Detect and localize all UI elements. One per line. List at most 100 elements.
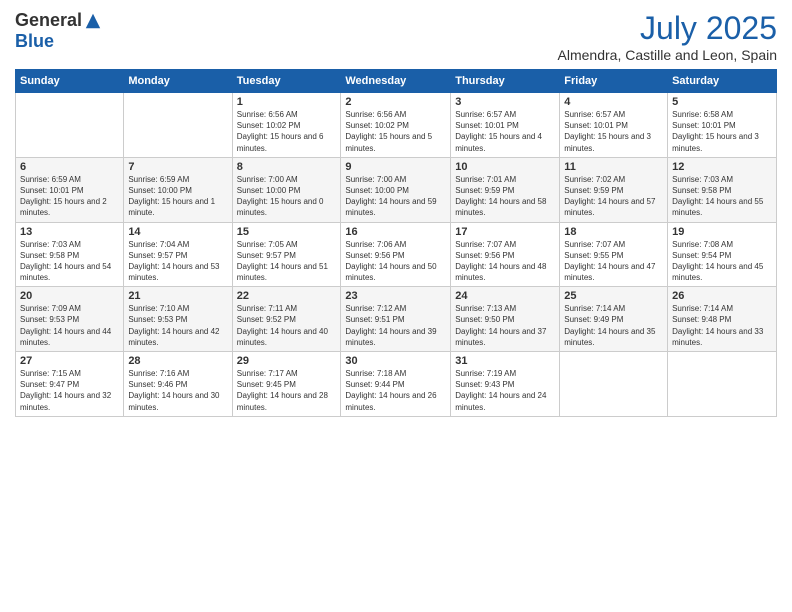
table-row: 26Sunrise: 7:14 AM Sunset: 9:48 PM Dayli… [668, 287, 777, 352]
day-number: 29 [237, 355, 337, 367]
day-info: Sunrise: 7:12 AM Sunset: 9:51 PM Dayligh… [345, 303, 446, 348]
table-row [16, 93, 124, 158]
day-info: Sunrise: 7:19 AM Sunset: 9:43 PM Dayligh… [455, 368, 555, 413]
table-row: 24Sunrise: 7:13 AM Sunset: 9:50 PM Dayli… [451, 287, 560, 352]
table-row: 21Sunrise: 7:10 AM Sunset: 9:53 PM Dayli… [124, 287, 232, 352]
day-number: 26 [672, 290, 772, 302]
day-info: Sunrise: 7:00 AM Sunset: 10:00 PM Daylig… [237, 174, 337, 219]
day-info: Sunrise: 7:03 AM Sunset: 9:58 PM Dayligh… [672, 174, 772, 219]
table-row: 4Sunrise: 6:57 AM Sunset: 10:01 PM Dayli… [560, 93, 668, 158]
table-row: 28Sunrise: 7:16 AM Sunset: 9:46 PM Dayli… [124, 352, 232, 417]
day-number: 9 [345, 161, 446, 173]
day-info: Sunrise: 7:04 AM Sunset: 9:57 PM Dayligh… [128, 239, 227, 284]
day-number: 23 [345, 290, 446, 302]
table-row: 7Sunrise: 6:59 AM Sunset: 10:00 PM Dayli… [124, 157, 232, 222]
day-number: 7 [128, 161, 227, 173]
day-info: Sunrise: 7:07 AM Sunset: 9:55 PM Dayligh… [564, 239, 663, 284]
calendar-header-row: Sunday Monday Tuesday Wednesday Thursday… [16, 70, 777, 93]
day-number: 20 [20, 290, 119, 302]
day-info: Sunrise: 7:05 AM Sunset: 9:57 PM Dayligh… [237, 239, 337, 284]
header-wednesday: Wednesday [341, 70, 451, 93]
calendar-table: Sunday Monday Tuesday Wednesday Thursday… [15, 69, 777, 417]
day-info: Sunrise: 7:16 AM Sunset: 9:46 PM Dayligh… [128, 368, 227, 413]
day-number: 11 [564, 161, 663, 173]
day-number: 28 [128, 355, 227, 367]
table-row: 5Sunrise: 6:58 AM Sunset: 10:01 PM Dayli… [668, 93, 777, 158]
day-number: 3 [455, 96, 555, 108]
day-info: Sunrise: 7:03 AM Sunset: 9:58 PM Dayligh… [20, 239, 119, 284]
day-number: 17 [455, 226, 555, 238]
day-number: 6 [20, 161, 119, 173]
day-info: Sunrise: 7:08 AM Sunset: 9:54 PM Dayligh… [672, 239, 772, 284]
day-number: 24 [455, 290, 555, 302]
header-saturday: Saturday [668, 70, 777, 93]
day-number: 27 [20, 355, 119, 367]
day-info: Sunrise: 7:07 AM Sunset: 9:56 PM Dayligh… [455, 239, 555, 284]
header-tuesday: Tuesday [232, 70, 341, 93]
table-row: 8Sunrise: 7:00 AM Sunset: 10:00 PM Dayli… [232, 157, 341, 222]
day-info: Sunrise: 6:57 AM Sunset: 10:01 PM Daylig… [564, 109, 663, 154]
table-row: 15Sunrise: 7:05 AM Sunset: 9:57 PM Dayli… [232, 222, 341, 287]
header-monday: Monday [124, 70, 232, 93]
table-row: 20Sunrise: 7:09 AM Sunset: 9:53 PM Dayli… [16, 287, 124, 352]
day-info: Sunrise: 7:06 AM Sunset: 9:56 PM Dayligh… [345, 239, 446, 284]
day-number: 12 [672, 161, 772, 173]
day-info: Sunrise: 7:11 AM Sunset: 9:52 PM Dayligh… [237, 303, 337, 348]
table-row: 25Sunrise: 7:14 AM Sunset: 9:49 PM Dayli… [560, 287, 668, 352]
logo-blue-text: Blue [15, 31, 54, 52]
day-number: 18 [564, 226, 663, 238]
day-info: Sunrise: 6:57 AM Sunset: 10:01 PM Daylig… [455, 109, 555, 154]
header-thursday: Thursday [451, 70, 560, 93]
table-row [124, 93, 232, 158]
day-info: Sunrise: 7:10 AM Sunset: 9:53 PM Dayligh… [128, 303, 227, 348]
day-info: Sunrise: 6:56 AM Sunset: 10:02 PM Daylig… [345, 109, 446, 154]
month-title: July 2025 [558, 10, 777, 47]
table-row: 13Sunrise: 7:03 AM Sunset: 9:58 PM Dayli… [16, 222, 124, 287]
day-info: Sunrise: 6:56 AM Sunset: 10:02 PM Daylig… [237, 109, 337, 154]
day-info: Sunrise: 7:17 AM Sunset: 9:45 PM Dayligh… [237, 368, 337, 413]
table-row: 10Sunrise: 7:01 AM Sunset: 9:59 PM Dayli… [451, 157, 560, 222]
table-row: 1Sunrise: 6:56 AM Sunset: 10:02 PM Dayli… [232, 93, 341, 158]
day-number: 14 [128, 226, 227, 238]
table-row [668, 352, 777, 417]
day-info: Sunrise: 6:59 AM Sunset: 10:00 PM Daylig… [128, 174, 227, 219]
table-row: 14Sunrise: 7:04 AM Sunset: 9:57 PM Dayli… [124, 222, 232, 287]
day-number: 30 [345, 355, 446, 367]
day-info: Sunrise: 7:00 AM Sunset: 10:00 PM Daylig… [345, 174, 446, 219]
location-title: Almendra, Castille and Leon, Spain [558, 47, 777, 63]
day-info: Sunrise: 7:13 AM Sunset: 9:50 PM Dayligh… [455, 303, 555, 348]
table-row: 11Sunrise: 7:02 AM Sunset: 9:59 PM Dayli… [560, 157, 668, 222]
day-number: 5 [672, 96, 772, 108]
table-row: 22Sunrise: 7:11 AM Sunset: 9:52 PM Dayli… [232, 287, 341, 352]
day-number: 22 [237, 290, 337, 302]
calendar-week-2: 6Sunrise: 6:59 AM Sunset: 10:01 PM Dayli… [16, 157, 777, 222]
calendar-week-5: 27Sunrise: 7:15 AM Sunset: 9:47 PM Dayli… [16, 352, 777, 417]
day-info: Sunrise: 6:58 AM Sunset: 10:01 PM Daylig… [672, 109, 772, 154]
title-block: July 2025 Almendra, Castille and Leon, S… [558, 10, 777, 63]
logo-icon [84, 12, 102, 30]
day-number: 4 [564, 96, 663, 108]
table-row: 29Sunrise: 7:17 AM Sunset: 9:45 PM Dayli… [232, 352, 341, 417]
table-row: 16Sunrise: 7:06 AM Sunset: 9:56 PM Dayli… [341, 222, 451, 287]
day-number: 25 [564, 290, 663, 302]
header-friday: Friday [560, 70, 668, 93]
table-row: 18Sunrise: 7:07 AM Sunset: 9:55 PM Dayli… [560, 222, 668, 287]
day-number: 8 [237, 161, 337, 173]
day-number: 13 [20, 226, 119, 238]
day-number: 21 [128, 290, 227, 302]
table-row: 19Sunrise: 7:08 AM Sunset: 9:54 PM Dayli… [668, 222, 777, 287]
table-row: 2Sunrise: 6:56 AM Sunset: 10:02 PM Dayli… [341, 93, 451, 158]
calendar-week-3: 13Sunrise: 7:03 AM Sunset: 9:58 PM Dayli… [16, 222, 777, 287]
table-row: 27Sunrise: 7:15 AM Sunset: 9:47 PM Dayli… [16, 352, 124, 417]
day-number: 2 [345, 96, 446, 108]
table-row: 12Sunrise: 7:03 AM Sunset: 9:58 PM Dayli… [668, 157, 777, 222]
day-number: 19 [672, 226, 772, 238]
day-info: Sunrise: 7:01 AM Sunset: 9:59 PM Dayligh… [455, 174, 555, 219]
table-row [560, 352, 668, 417]
table-row: 17Sunrise: 7:07 AM Sunset: 9:56 PM Dayli… [451, 222, 560, 287]
day-info: Sunrise: 6:59 AM Sunset: 10:01 PM Daylig… [20, 174, 119, 219]
header-sunday: Sunday [16, 70, 124, 93]
calendar-week-1: 1Sunrise: 6:56 AM Sunset: 10:02 PM Dayli… [16, 93, 777, 158]
day-info: Sunrise: 7:18 AM Sunset: 9:44 PM Dayligh… [345, 368, 446, 413]
logo-general-text: General [15, 10, 82, 31]
